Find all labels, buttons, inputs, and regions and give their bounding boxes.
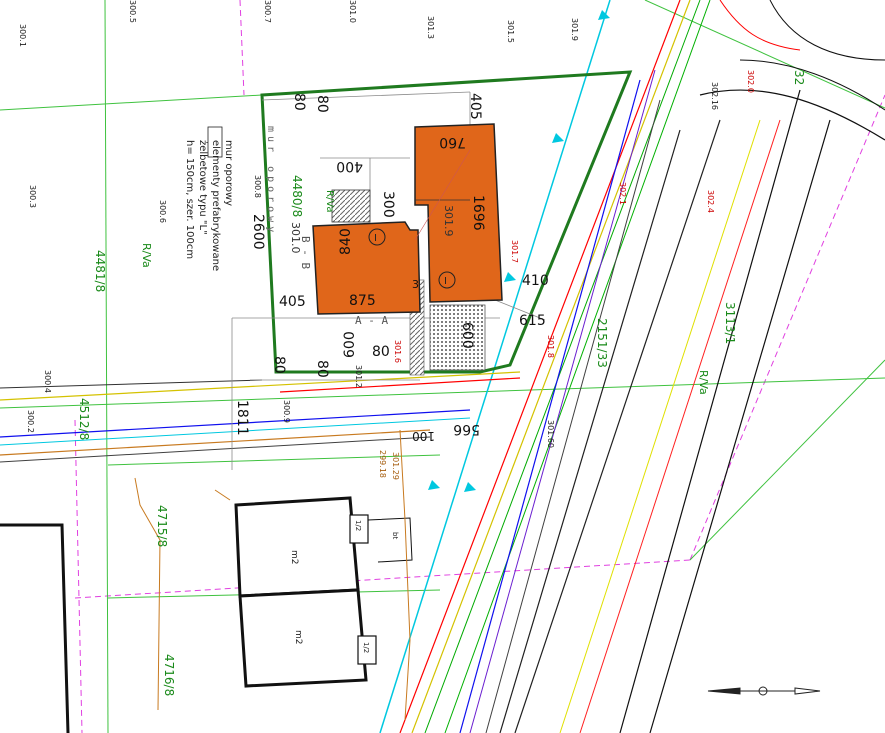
zoning-label-2: R/Va bbox=[697, 370, 710, 395]
garage-annex-label-2: 1/2 bbox=[362, 642, 370, 653]
dim-1811: 1811 bbox=[234, 400, 250, 436]
dim-760: 760 bbox=[439, 134, 466, 150]
dim-875: 875 bbox=[349, 293, 376, 309]
dim-80-e: 80 bbox=[372, 344, 390, 360]
section-b: B - B bbox=[299, 236, 312, 269]
dim-600-bottom: 600 bbox=[342, 331, 358, 358]
site-plan-map: I I 4481/8 4480/8 4512/8 4715/8 4716/8 2… bbox=[0, 0, 885, 733]
elev-3: 301.3 bbox=[426, 16, 435, 39]
elev-17: 300.9 bbox=[282, 400, 291, 423]
section-a: A - A bbox=[355, 314, 388, 327]
zoning-label-3: R/Va bbox=[324, 190, 335, 213]
dim-2600: 2600 bbox=[250, 214, 266, 250]
elev-14: 301.8 bbox=[546, 335, 555, 358]
dim-400: 400 bbox=[336, 158, 363, 174]
dim-615: 615 bbox=[519, 313, 546, 329]
garage-label-bottom: m2 bbox=[293, 630, 303, 645]
dim-80-a: 80 bbox=[291, 93, 307, 111]
elev-18: 301.2 bbox=[354, 365, 363, 388]
elev-24: 299.18 bbox=[378, 450, 387, 478]
dim-600-right: 600 bbox=[459, 322, 475, 349]
existing-building-left bbox=[0, 523, 70, 733]
note-line2: elementy prefabrykowane bbox=[210, 140, 221, 271]
dim-300: 300 bbox=[380, 191, 396, 218]
dim-1696: 1696 bbox=[470, 195, 486, 231]
parcel-2151: 2151/33 bbox=[595, 318, 609, 368]
elev-6: 300.1 bbox=[18, 24, 27, 47]
elev-9: 301.0 bbox=[348, 0, 357, 23]
parcel-4481: 4481/8 bbox=[93, 250, 107, 292]
elev-23: 302.16 bbox=[710, 82, 719, 110]
dim-405-left: 405 bbox=[279, 294, 306, 310]
elev-22: 300.4 bbox=[43, 370, 52, 393]
parcel-4480: 4480/8 bbox=[290, 175, 304, 217]
dim-840: 840 bbox=[338, 228, 354, 255]
dim-405-top: 405 bbox=[467, 93, 483, 120]
dim-3: 3 bbox=[412, 278, 419, 291]
elev-10: 300.8 bbox=[253, 175, 262, 198]
dim-410: 410 bbox=[522, 273, 549, 289]
garage-label-top: m2 bbox=[289, 550, 299, 565]
building-elev-3019: 301.9 bbox=[442, 205, 455, 237]
dim-80-b: 80 bbox=[314, 95, 330, 113]
elev-8: 300.6 bbox=[158, 200, 167, 223]
note-line1: mur oporowy bbox=[223, 140, 234, 206]
elev-16: 301.7 bbox=[510, 240, 519, 263]
elev-19: 300.2 bbox=[26, 410, 35, 433]
elev-2: 300.7 bbox=[263, 0, 272, 23]
wall-hatch bbox=[331, 189, 371, 223]
garage-bt-label: bt bbox=[391, 532, 399, 539]
dim-80-c: 80 bbox=[271, 356, 287, 374]
parcel-4716: 4716/8 bbox=[162, 654, 176, 696]
marker-2: I bbox=[444, 276, 447, 287]
elev-15: 301.6 bbox=[393, 340, 402, 363]
elev-11: 302.0 bbox=[746, 70, 755, 93]
parcel-32: 32 bbox=[792, 70, 806, 85]
site-plan-drawing: I I 4481/8 4480/8 4512/8 4715/8 4716/8 2… bbox=[0, 0, 885, 733]
elev-21: 301.29 bbox=[391, 452, 400, 480]
marker-1: I bbox=[374, 233, 377, 244]
elev-20: 301.60 bbox=[546, 420, 555, 448]
elev-13: 302.4 bbox=[706, 190, 715, 213]
dim-100: 100 bbox=[412, 429, 435, 443]
parcel-3113: 3113/1 bbox=[723, 302, 737, 344]
north-arrow-icon bbox=[707, 686, 821, 696]
dim-80-d: 80 bbox=[314, 360, 330, 378]
elev-7: 300.3 bbox=[28, 185, 37, 208]
note-line4: h= 150cm, szer. 100cm bbox=[184, 140, 195, 259]
existing-garage bbox=[234, 496, 368, 688]
elev-5: 301.9 bbox=[570, 18, 579, 41]
parcel-4715: 4715/8 bbox=[155, 505, 169, 547]
elev-4: 301.5 bbox=[506, 20, 515, 43]
garage-annex-label-1: 1/2 bbox=[354, 520, 362, 531]
note-line3: żelbetowe typu "L" bbox=[197, 140, 208, 235]
paved-area bbox=[429, 304, 486, 371]
elev-12: 302.1 bbox=[618, 182, 627, 205]
note: mur oporowy elementy prefabrykowane żelb… bbox=[184, 140, 234, 271]
wall-label: mur oporowy bbox=[265, 126, 276, 236]
dim-566: 566 bbox=[453, 421, 480, 437]
zoning-label-1: R/Va bbox=[140, 243, 153, 268]
parcel-4512: 4512/8 bbox=[77, 398, 91, 440]
elev-1: 300.5 bbox=[128, 0, 137, 23]
